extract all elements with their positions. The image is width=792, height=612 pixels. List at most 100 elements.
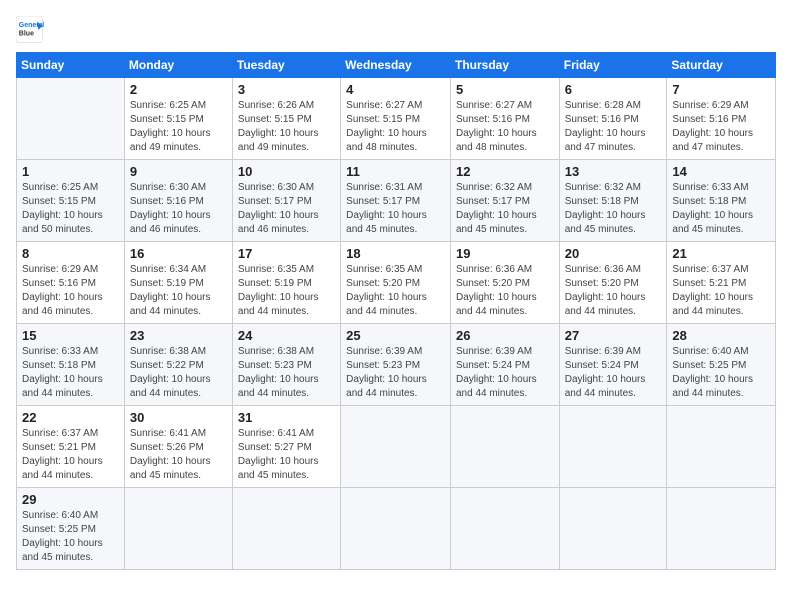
table-row [232,488,340,570]
day-number: 21 [672,246,770,261]
day-number: 3 [238,82,335,97]
col-monday: Monday [124,53,232,78]
table-row: 24 Sunrise: 6:38 AMSunset: 5:23 PMDaylig… [232,324,340,406]
day-info: Sunrise: 6:36 AMSunset: 5:20 PMDaylight:… [565,264,646,317]
logo: General Blue [16,16,48,44]
day-number: 8 [22,246,119,261]
day-info: Sunrise: 6:41 AMSunset: 5:27 PMDaylight:… [238,428,319,481]
calendar-week-row: 29 Sunrise: 6:40 AMSunset: 5:25 PMDaylig… [17,488,776,570]
table-row: 12 Sunrise: 6:32 AMSunset: 5:17 PMDaylig… [450,160,559,242]
table-row [667,488,776,570]
table-row: 8 Sunrise: 6:29 AMSunset: 5:16 PMDayligh… [17,242,125,324]
day-number: 31 [238,410,335,425]
day-info: Sunrise: 6:32 AMSunset: 5:17 PMDaylight:… [456,182,537,235]
day-info: Sunrise: 6:31 AMSunset: 5:17 PMDaylight:… [346,182,427,235]
day-info: Sunrise: 6:27 AMSunset: 5:16 PMDaylight:… [456,100,537,153]
day-number: 9 [130,164,227,179]
day-info: Sunrise: 6:38 AMSunset: 5:22 PMDaylight:… [130,346,211,399]
day-number: 15 [22,328,119,343]
table-row [17,78,125,160]
table-row: 1 Sunrise: 6:25 AMSunset: 5:15 PMDayligh… [17,160,125,242]
table-row [124,488,232,570]
table-row [450,406,559,488]
col-thursday: Thursday [450,53,559,78]
day-number: 20 [565,246,662,261]
table-row: 15 Sunrise: 6:33 AMSunset: 5:18 PMDaylig… [17,324,125,406]
table-row: 27 Sunrise: 6:39 AMSunset: 5:24 PMDaylig… [559,324,667,406]
day-number: 22 [22,410,119,425]
table-row: 10 Sunrise: 6:30 AMSunset: 5:17 PMDaylig… [232,160,340,242]
day-number: 27 [565,328,662,343]
day-info: Sunrise: 6:28 AMSunset: 5:16 PMDaylight:… [565,100,646,153]
header: General Blue [16,16,776,44]
calendar-week-row: 8 Sunrise: 6:29 AMSunset: 5:16 PMDayligh… [17,242,776,324]
table-row: 26 Sunrise: 6:39 AMSunset: 5:24 PMDaylig… [450,324,559,406]
day-info: Sunrise: 6:36 AMSunset: 5:20 PMDaylight:… [456,264,537,317]
day-info: Sunrise: 6:25 AMSunset: 5:15 PMDaylight:… [22,182,103,235]
day-number: 17 [238,246,335,261]
day-info: Sunrise: 6:40 AMSunset: 5:25 PMDaylight:… [22,510,103,563]
day-info: Sunrise: 6:30 AMSunset: 5:16 PMDaylight:… [130,182,211,235]
table-row: 17 Sunrise: 6:35 AMSunset: 5:19 PMDaylig… [232,242,340,324]
day-number: 4 [346,82,445,97]
day-info: Sunrise: 6:37 AMSunset: 5:21 PMDaylight:… [672,264,753,317]
calendar-week-row: 2 Sunrise: 6:25 AMSunset: 5:15 PMDayligh… [17,78,776,160]
day-number: 26 [456,328,554,343]
col-wednesday: Wednesday [341,53,451,78]
day-number: 29 [22,492,119,507]
table-row: 2 Sunrise: 6:25 AMSunset: 5:15 PMDayligh… [124,78,232,160]
col-saturday: Saturday [667,53,776,78]
table-row: 5 Sunrise: 6:27 AMSunset: 5:16 PMDayligh… [450,78,559,160]
day-info: Sunrise: 6:39 AMSunset: 5:24 PMDaylight:… [565,346,646,399]
table-row: 16 Sunrise: 6:34 AMSunset: 5:19 PMDaylig… [124,242,232,324]
col-tuesday: Tuesday [232,53,340,78]
day-number: 28 [672,328,770,343]
day-number: 30 [130,410,227,425]
table-row: 30 Sunrise: 6:41 AMSunset: 5:26 PMDaylig… [124,406,232,488]
day-info: Sunrise: 6:26 AMSunset: 5:15 PMDaylight:… [238,100,319,153]
calendar-table: Sunday Monday Tuesday Wednesday Thursday… [16,52,776,570]
day-number: 23 [130,328,227,343]
day-info: Sunrise: 6:40 AMSunset: 5:25 PMDaylight:… [672,346,753,399]
day-number: 16 [130,246,227,261]
table-row: 31 Sunrise: 6:41 AMSunset: 5:27 PMDaylig… [232,406,340,488]
day-number: 11 [346,164,445,179]
table-row: 22 Sunrise: 6:37 AMSunset: 5:21 PMDaylig… [17,406,125,488]
day-info: Sunrise: 6:38 AMSunset: 5:23 PMDaylight:… [238,346,319,399]
svg-text:Blue: Blue [19,31,34,38]
table-row [450,488,559,570]
day-info: Sunrise: 6:30 AMSunset: 5:17 PMDaylight:… [238,182,319,235]
table-row: 7 Sunrise: 6:29 AMSunset: 5:16 PMDayligh… [667,78,776,160]
table-row: 14 Sunrise: 6:33 AMSunset: 5:18 PMDaylig… [667,160,776,242]
day-number: 1 [22,164,119,179]
day-number: 25 [346,328,445,343]
table-row: 20 Sunrise: 6:36 AMSunset: 5:20 PMDaylig… [559,242,667,324]
day-number: 18 [346,246,445,261]
col-sunday: Sunday [17,53,125,78]
table-row [341,406,451,488]
day-number: 12 [456,164,554,179]
table-row [559,406,667,488]
day-number: 14 [672,164,770,179]
day-number: 24 [238,328,335,343]
table-row: 11 Sunrise: 6:31 AMSunset: 5:17 PMDaylig… [341,160,451,242]
table-row: 4 Sunrise: 6:27 AMSunset: 5:15 PMDayligh… [341,78,451,160]
table-row: 13 Sunrise: 6:32 AMSunset: 5:18 PMDaylig… [559,160,667,242]
day-info: Sunrise: 6:33 AMSunset: 5:18 PMDaylight:… [22,346,103,399]
table-row [341,488,451,570]
table-row: 19 Sunrise: 6:36 AMSunset: 5:20 PMDaylig… [450,242,559,324]
day-info: Sunrise: 6:37 AMSunset: 5:21 PMDaylight:… [22,428,103,481]
table-row: 9 Sunrise: 6:30 AMSunset: 5:16 PMDayligh… [124,160,232,242]
day-info: Sunrise: 6:27 AMSunset: 5:15 PMDaylight:… [346,100,427,153]
day-number: 5 [456,82,554,97]
table-row: 25 Sunrise: 6:39 AMSunset: 5:23 PMDaylig… [341,324,451,406]
day-info: Sunrise: 6:35 AMSunset: 5:19 PMDaylight:… [238,264,319,317]
day-info: Sunrise: 6:34 AMSunset: 5:19 PMDaylight:… [130,264,211,317]
logo-icon: General Blue [16,16,44,44]
day-info: Sunrise: 6:39 AMSunset: 5:24 PMDaylight:… [456,346,537,399]
day-info: Sunrise: 6:32 AMSunset: 5:18 PMDaylight:… [565,182,646,235]
calendar-week-row: 15 Sunrise: 6:33 AMSunset: 5:18 PMDaylig… [17,324,776,406]
day-info: Sunrise: 6:25 AMSunset: 5:15 PMDaylight:… [130,100,211,153]
day-number: 13 [565,164,662,179]
calendar-header-row: Sunday Monday Tuesday Wednesday Thursday… [17,53,776,78]
